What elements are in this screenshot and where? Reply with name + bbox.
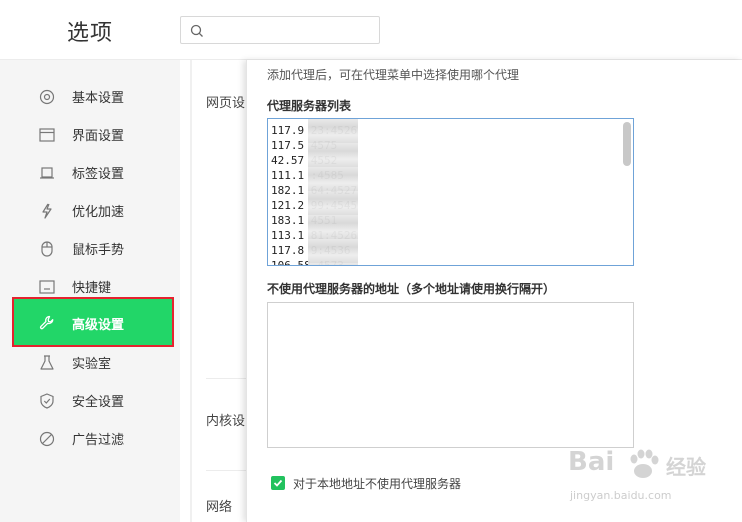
paw-logo-icon xyxy=(630,449,659,478)
watermark-url: jingyan.baidu.com xyxy=(570,489,672,502)
wrench-icon xyxy=(39,315,54,330)
sidebar-item-tabs[interactable]: 标签设置 xyxy=(12,153,174,191)
sidebar-item-interface[interactable]: 界面设置 xyxy=(12,115,174,153)
bypass-list-title: 不使用代理服务器的地址（多个地址请使用换行隔开） xyxy=(267,282,556,296)
sidebar-item-label: 广告过滤 xyxy=(72,433,125,448)
shield-icon xyxy=(40,393,54,409)
sidebar-item-lab[interactable]: 实验室 xyxy=(12,343,174,381)
watermark-brand: Bai xyxy=(568,447,615,477)
section-separator xyxy=(206,470,246,471)
checkmark-icon xyxy=(273,479,283,487)
tab-icon xyxy=(40,167,54,179)
flask-icon xyxy=(40,355,54,370)
sidebar-item-label: 标签设置 xyxy=(72,167,125,182)
sidebar-item-basic[interactable]: 基本设置 xyxy=(12,77,174,115)
settings-gear-icon xyxy=(39,89,55,105)
section-label-kernel: 内核设 xyxy=(206,414,246,429)
sidebar-item-label: 实验室 xyxy=(72,357,112,372)
section-label-webpage: 网页设 xyxy=(206,96,246,111)
baidu-watermark: Bai 经验 jingyan.baidu.com xyxy=(566,445,736,517)
keyboard-icon xyxy=(39,280,55,294)
proxy-list-title: 代理服务器列表 xyxy=(267,99,352,113)
local-bypass-checkbox[interactable] xyxy=(271,476,285,490)
sidebar-item-label: 优化加速 xyxy=(72,205,125,220)
local-bypass-label: 对于本地地址不使用代理服务器 xyxy=(293,476,462,491)
proxy-list-textarea[interactable]: 117.9 23:4526 117.5 4575 42.57 4552 111.… xyxy=(267,118,634,266)
mouse-icon xyxy=(41,241,53,257)
scrollbar-thumb[interactable] xyxy=(623,122,631,166)
panel-description: 添加代理后，可在代理菜单中选择使用哪个代理 xyxy=(267,68,520,82)
section-label-network: 网络 xyxy=(206,500,233,515)
sidebar-item-label: 基本设置 xyxy=(72,91,125,106)
sidebar-item-label: 高级设置 xyxy=(72,318,125,333)
sidebar-item-advanced[interactable]: 高级设置 xyxy=(12,297,174,347)
bypass-list-textarea[interactable] xyxy=(267,302,634,448)
lightning-icon xyxy=(42,203,52,219)
search-icon xyxy=(190,24,203,37)
privacy-blur-mask xyxy=(308,119,358,265)
sidebar-item-security[interactable]: 安全设置 xyxy=(12,381,174,419)
page-title: 选项 xyxy=(67,21,114,46)
sidebar-item-label: 安全设置 xyxy=(72,395,125,410)
proxy-list-scrollbar[interactable] xyxy=(621,119,633,265)
window-icon xyxy=(39,128,55,142)
section-separator xyxy=(206,378,246,379)
search-input[interactable] xyxy=(209,20,374,40)
sidebar-item-label: 界面设置 xyxy=(72,129,125,144)
search-box[interactable] xyxy=(180,16,380,44)
sidebar-item-optimize[interactable]: 优化加速 xyxy=(12,191,174,229)
sidebar: 基本设置 界面设置 标签设置 优化加速 鼠标手势 快捷键 高级设置 实验室 安全… xyxy=(0,60,180,522)
block-icon xyxy=(39,431,55,447)
sidebar-item-label: 鼠标手势 xyxy=(72,243,125,258)
watermark-brand-suffix: 经验 xyxy=(666,455,706,479)
column-divider xyxy=(190,60,192,522)
sidebar-item-adblock[interactable]: 广告过滤 xyxy=(12,419,174,457)
sidebar-item-mouse-gesture[interactable]: 鼠标手势 xyxy=(12,229,174,267)
local-bypass-option[interactable]: 对于本地地址不使用代理服务器 xyxy=(271,474,461,492)
sidebar-item-label: 快捷键 xyxy=(72,281,112,296)
header-bar: 选项 xyxy=(0,0,742,60)
settings-section-column: 网页设 内核设 网络 xyxy=(180,60,246,522)
